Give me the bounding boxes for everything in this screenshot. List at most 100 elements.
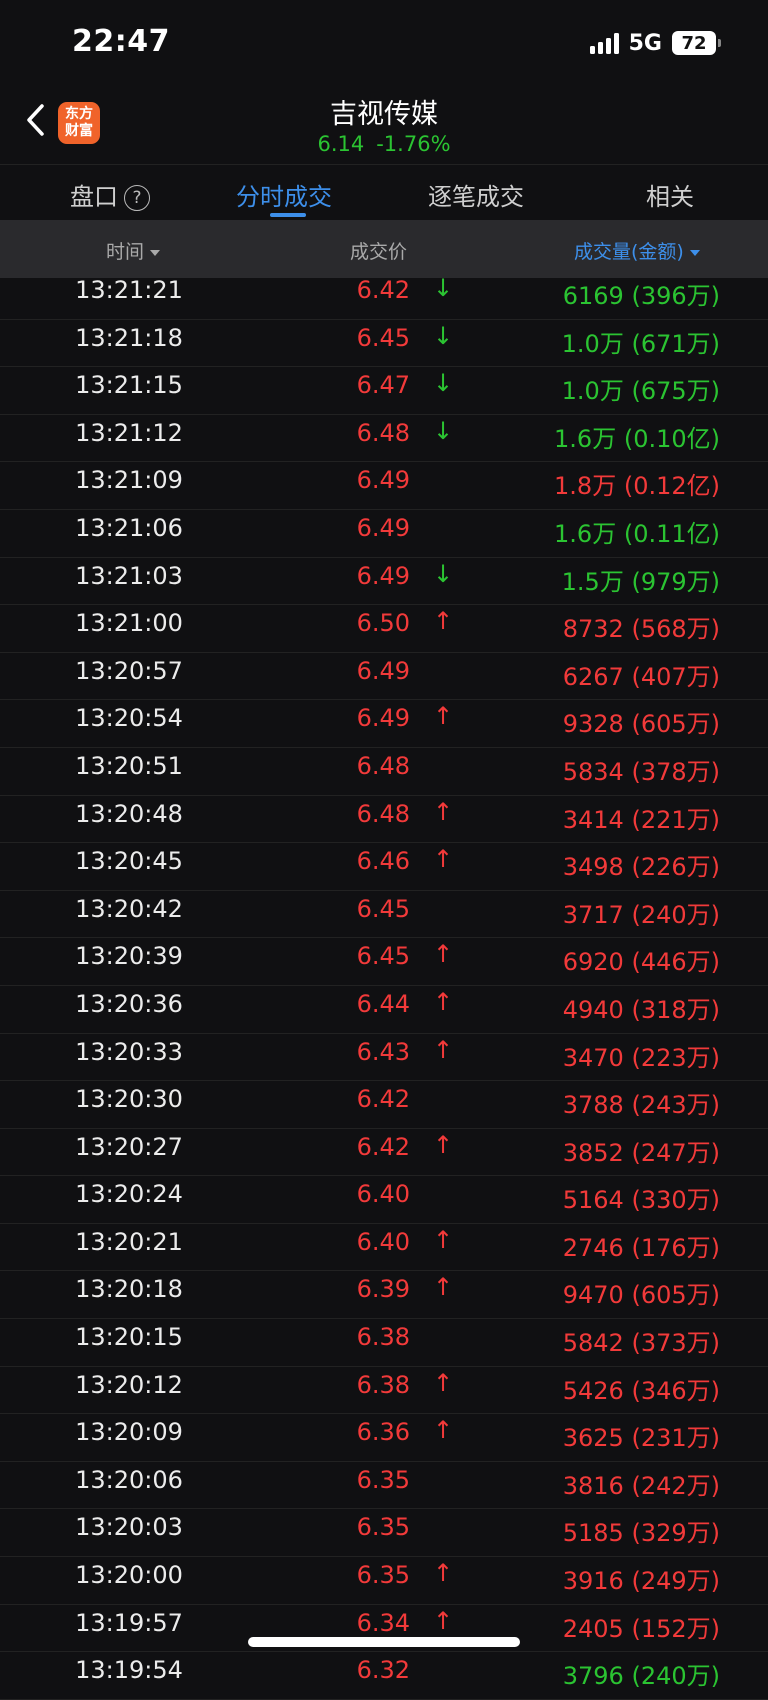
trade-time: 13:20:48 — [75, 799, 183, 828]
down-arrow-icon: ↓ — [432, 559, 454, 588]
up-arrow-icon: ↑ — [432, 940, 454, 969]
trade-time: 13:19:54 — [75, 1656, 183, 1685]
table-row[interactable]: 13:21:00 6.50 ↑ 8732 (568万) — [0, 605, 768, 653]
trade-volume: 8732 (568万) — [562, 615, 720, 644]
up-arrow-icon: ↑ — [432, 1368, 454, 1397]
help-icon[interactable]: ? — [124, 185, 150, 211]
trade-price: 6.38 — [356, 1323, 410, 1352]
table-row[interactable]: 13:21:03 6.49 ↓ 1.5万 (979万) — [0, 558, 768, 606]
trade-price: 6.45 — [356, 323, 410, 352]
trade-price: 6.49 — [356, 513, 410, 542]
trade-time: 13:20:36 — [75, 989, 183, 1018]
trade-volume: 9470 (605万) — [562, 1281, 720, 1310]
trade-time: 13:20:51 — [75, 751, 183, 780]
tab-pankou[interactable]: 盘口? — [70, 177, 150, 212]
header-time[interactable]: 时间 — [106, 237, 161, 264]
trade-volume: 1.6万 (0.11亿) — [554, 519, 720, 548]
table-row[interactable]: 13:20:24 6.40 5164 (330万) — [0, 1176, 768, 1224]
table-row[interactable]: 13:21:06 6.49 1.6万 (0.11亿) — [0, 510, 768, 558]
tab-fenshi[interactable]: 分时成交 — [236, 177, 332, 212]
trade-volume: 1.5万 (979万) — [561, 567, 720, 596]
table-row[interactable]: 13:20:21 6.40 ↑ 2746 (176万) — [0, 1224, 768, 1272]
trade-volume: 1.6万 (0.10亿) — [554, 424, 720, 453]
table-row[interactable]: 13:20:33 6.43 ↑ 3470 (223万) — [0, 1034, 768, 1082]
trade-time: 13:21:18 — [75, 323, 183, 352]
table-row[interactable]: 13:21:09 6.49 1.8万 (0.12亿) — [0, 462, 768, 510]
table-row[interactable]: 13:20:45 6.46 ↑ 3498 (226万) — [0, 843, 768, 891]
trade-time: 13:20:30 — [75, 1085, 183, 1114]
trade-time: 13:20:06 — [75, 1465, 183, 1494]
table-row[interactable]: 13:20:57 6.49 6267 (407万) — [0, 653, 768, 701]
home-indicator[interactable] — [248, 1637, 520, 1647]
table-row[interactable]: 13:20:09 6.36 ↑ 3625 (231万) — [0, 1414, 768, 1462]
trade-price: 6.35 — [356, 1513, 410, 1542]
table-row[interactable]: 13:20:39 6.45 ↑ 6920 (446万) — [0, 938, 768, 986]
table-row[interactable]: 13:19:54 6.32 3796 (240万) — [0, 1652, 768, 1700]
trade-price: 6.48 — [356, 799, 410, 828]
table-row[interactable]: 13:20:00 6.35 ↑ 3916 (249万) — [0, 1557, 768, 1605]
trade-volume: 3470 (223万) — [562, 1043, 720, 1072]
table-row[interactable]: 13:20:06 6.35 3816 (242万) — [0, 1462, 768, 1510]
up-arrow-icon: ↑ — [432, 607, 454, 636]
table-row[interactable]: 13:20:36 6.44 ↑ 4940 (318万) — [0, 986, 768, 1034]
header-volume[interactable]: 成交量(金额) — [574, 237, 700, 264]
stock-change-pct: -1.76% — [376, 132, 451, 156]
trade-volume: 3717 (240万) — [562, 900, 720, 929]
trade-volume: 9328 (605万) — [562, 710, 720, 739]
table-row[interactable]: 13:21:12 6.48 ↓ 1.6万 (0.10亿) — [0, 415, 768, 463]
tab-related[interactable]: 相关 — [646, 177, 694, 212]
table-row[interactable]: 13:20:27 6.42 ↑ 3852 (247万) — [0, 1129, 768, 1177]
tab-zhubi[interactable]: 逐笔成交 — [428, 177, 524, 212]
table-row[interactable]: 13:20:15 6.38 5842 (373万) — [0, 1319, 768, 1367]
table-row[interactable]: 13:20:48 6.48 ↑ 3414 (221万) — [0, 796, 768, 844]
table-row[interactable]: 13:20:12 6.38 ↑ 5426 (346万) — [0, 1367, 768, 1415]
trade-volume: 5164 (330万) — [562, 1186, 720, 1215]
trade-time: 13:20:21 — [75, 1227, 183, 1256]
trade-volume: 2746 (176万) — [562, 1233, 720, 1262]
table-row[interactable]: 13:20:54 6.49 ↑ 9328 (605万) — [0, 700, 768, 748]
up-arrow-icon: ↑ — [432, 1225, 454, 1254]
trade-price: 6.34 — [356, 1608, 410, 1637]
trade-volume: 5185 (329万) — [562, 1519, 720, 1548]
table-header: 时间 成交价 成交量(金额) — [0, 220, 768, 278]
table-row[interactable]: 13:20:51 6.48 5834 (378万) — [0, 748, 768, 796]
table-row[interactable]: 13:20:30 6.42 3788 (243万) — [0, 1081, 768, 1129]
trade-price: 6.49 — [356, 466, 410, 495]
table-row[interactable]: 13:21:18 6.45 ↓ 1.0万 (671万) — [0, 320, 768, 368]
trade-time: 13:20:00 — [75, 1561, 183, 1590]
status-bar: 22:47 5G 72 — [0, 0, 768, 84]
trade-price: 6.43 — [356, 1037, 410, 1066]
trade-volume: 4940 (318万) — [562, 995, 720, 1024]
trade-volume: 3625 (231万) — [562, 1424, 720, 1453]
sort-caret-icon — [150, 249, 161, 256]
trade-time: 13:20:09 — [75, 1418, 183, 1447]
table-row[interactable]: 13:21:21 6.42 ↓ 6169 (396万) — [0, 272, 768, 320]
trade-list[interactable]: 13:21:21 6.42 ↓ 6169 (396万) 13:21:18 6.45 ↓ 1.0… — [0, 272, 768, 1700]
trade-price: 6.48 — [356, 418, 410, 447]
trade-time: 13:21:21 — [75, 276, 183, 304]
trade-time: 13:21:12 — [75, 418, 183, 447]
table-row[interactable]: 13:20:18 6.39 ↑ 9470 (605万) — [0, 1271, 768, 1320]
trade-time: 13:20:39 — [75, 942, 183, 971]
up-arrow-icon: ↑ — [432, 987, 454, 1016]
up-arrow-icon: ↑ — [432, 1559, 454, 1588]
trade-time: 13:20:12 — [75, 1370, 183, 1399]
trade-price: 6.32 — [356, 1656, 410, 1685]
up-arrow-icon: ↑ — [432, 702, 454, 731]
active-tab-indicator — [270, 213, 306, 217]
trade-volume: 3816 (242万) — [562, 1471, 720, 1500]
trade-time: 13:20:03 — [75, 1513, 183, 1542]
table-row[interactable]: 13:20:03 6.35 5185 (329万) — [0, 1509, 768, 1558]
table-row[interactable]: 13:20:42 6.45 3717 (240万) — [0, 891, 768, 939]
stock-quote: 6.14 -1.76% — [0, 132, 768, 156]
battery-level: 72 — [681, 32, 707, 54]
trade-volume: 6169 (396万) — [562, 282, 720, 310]
trade-volume: 3498 (226万) — [562, 853, 720, 882]
trade-time: 13:20:42 — [75, 894, 183, 923]
trade-time: 13:21:03 — [75, 561, 183, 590]
table-row[interactable]: 13:21:15 6.47 ↓ 1.0万 (675万) — [0, 367, 768, 415]
trade-price: 6.49 — [356, 704, 410, 733]
trade-price: 6.50 — [356, 609, 410, 638]
trade-volume: 1.0万 (675万) — [561, 377, 720, 406]
trade-price: 6.48 — [356, 751, 410, 780]
